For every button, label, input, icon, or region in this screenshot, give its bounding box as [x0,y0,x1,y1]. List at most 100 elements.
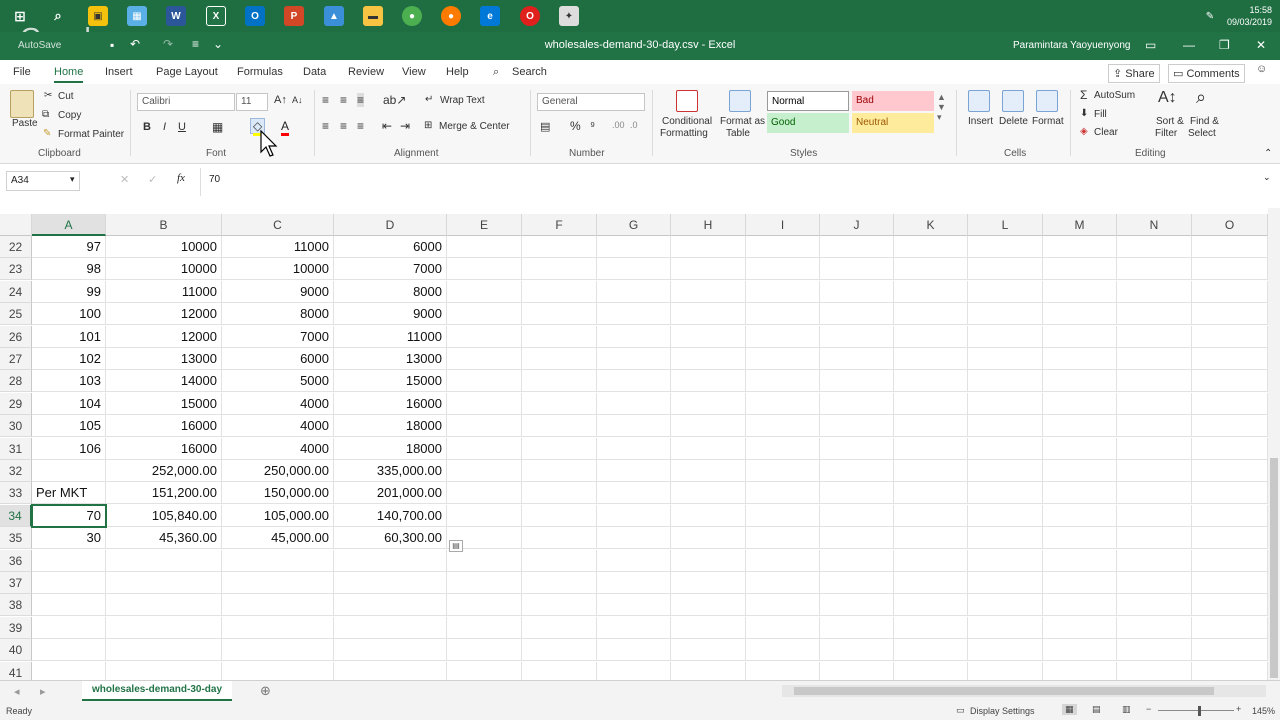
insert-cells-button[interactable]: Insert [968,116,993,127]
empty-cell[interactable] [968,482,1043,505]
empty-cell[interactable] [820,348,894,370]
empty-cell[interactable] [522,415,597,438]
empty-cell[interactable] [1043,415,1117,438]
column-header-j[interactable]: J [820,214,894,236]
cell-b29[interactable]: 15000 [106,392,222,415]
empty-cell[interactable] [1192,527,1268,550]
style-bad[interactable]: Bad [852,91,934,111]
empty-cell[interactable] [447,616,522,639]
empty-cell[interactable] [968,549,1043,572]
cell-b30[interactable]: 16000 [106,415,222,438]
empty-cell[interactable] [522,370,597,393]
empty-cell[interactable] [1192,549,1268,572]
chrome-icon[interactable]: ● [402,6,422,26]
cell-c27[interactable]: 6000 [222,348,334,370]
cell-c36[interactable] [222,549,334,572]
page-break-view-icon[interactable]: ▥ [1122,704,1131,715]
column-header-o[interactable]: O [1192,214,1268,236]
empty-cell[interactable] [894,437,968,460]
empty-cell[interactable] [522,258,597,281]
empty-cell[interactable] [1043,661,1117,680]
empty-cell[interactable] [1043,392,1117,415]
cell-a28[interactable]: 103 [32,370,106,393]
expand-formula-icon[interactable]: ⌄ [1263,172,1271,183]
cell-a29[interactable]: 104 [32,392,106,415]
app-icon-2[interactable]: ▦ [127,6,147,26]
empty-cell[interactable] [746,392,820,415]
align-center-icon[interactable]: ≡ [340,119,347,133]
increase-indent-icon[interactable]: ⇥ [400,119,410,133]
empty-cell[interactable] [894,325,968,348]
empty-cell[interactable] [522,549,597,572]
empty-cell[interactable] [597,325,671,348]
empty-cell[interactable] [447,258,522,281]
cell-c32[interactable]: 250,000.00 [222,460,334,482]
increase-decimal-icon[interactable]: .00 [612,120,625,130]
empty-cell[interactable] [522,303,597,326]
opera-icon[interactable]: O [520,6,540,26]
empty-cell[interactable] [894,616,968,639]
empty-cell[interactable] [671,348,746,370]
fill-icon[interactable]: ⬇ [1080,108,1088,119]
styles-scroll-icon[interactable]: ▲ ▼ ▾ [937,92,946,123]
empty-cell[interactable] [522,325,597,348]
tab-home[interactable]: Home [54,66,84,83]
empty-cell[interactable] [820,527,894,550]
prev-sheet-icon[interactable]: ◂ [14,685,20,698]
empty-cell[interactable] [1192,415,1268,438]
name-box-dropdown-icon[interactable]: ▾ [70,174,75,185]
wrap-text-icon[interactable]: ↵ [425,94,433,105]
empty-cell[interactable] [894,280,968,303]
cell-c29[interactable]: 4000 [222,392,334,415]
cell-c33[interactable]: 150,000.00 [222,482,334,505]
maximize-icon[interactable]: ❐ [1219,38,1230,52]
empty-cell[interactable] [671,504,746,527]
borders-icon[interactable]: ▦ [212,120,223,134]
clear-button[interactable]: Clear [1094,127,1118,138]
column-header-g[interactable]: G [597,214,671,236]
app-icon-3[interactable]: ▲ [324,6,344,26]
empty-cell[interactable] [671,639,746,662]
page-layout-view-icon[interactable]: ▤ [1092,704,1101,715]
empty-cell[interactable] [671,661,746,680]
empty-cell[interactable] [894,348,968,370]
empty-cell[interactable] [820,616,894,639]
cell-a41[interactable] [32,661,106,680]
empty-cell[interactable] [447,504,522,527]
cell-a22[interactable]: 97 [32,236,106,258]
paste-button[interactable]: Paste [12,118,38,129]
empty-cell[interactable] [1192,280,1268,303]
empty-cell[interactable] [746,370,820,393]
formula-input[interactable] [200,168,1264,196]
column-header-l[interactable]: L [968,214,1043,236]
empty-cell[interactable] [447,392,522,415]
increase-font-icon[interactable]: A↑ [274,94,287,106]
empty-cell[interactable] [1043,639,1117,662]
empty-cell[interactable] [522,594,597,617]
autosum-icon[interactable]: Σ [1080,88,1087,102]
empty-cell[interactable] [1043,258,1117,281]
row-header-27[interactable]: 27 [0,348,32,370]
vertical-scrollbar[interactable] [1268,208,1280,680]
filter-label[interactable]: Filter [1155,128,1177,139]
empty-cell[interactable] [820,639,894,662]
empty-cell[interactable] [1117,258,1192,281]
cell-b23[interactable]: 10000 [106,258,222,281]
empty-cell[interactable] [1117,348,1192,370]
empty-cell[interactable] [894,527,968,550]
column-header-h[interactable]: H [671,214,746,236]
cell-d41[interactable] [334,661,447,680]
empty-cell[interactable] [447,280,522,303]
row-header-32[interactable]: 32 [0,460,32,482]
empty-cell[interactable] [894,572,968,594]
outlook-icon[interactable]: O [245,6,265,26]
horizontal-scrollbar[interactable] [782,685,1266,697]
cell-b36[interactable] [106,549,222,572]
cell-d31[interactable]: 18000 [334,437,447,460]
find-label[interactable]: Find & [1190,116,1219,127]
empty-cell[interactable] [1117,661,1192,680]
empty-cell[interactable] [968,370,1043,393]
empty-cell[interactable] [746,504,820,527]
empty-cell[interactable] [1117,639,1192,662]
cell-d24[interactable]: 8000 [334,280,447,303]
